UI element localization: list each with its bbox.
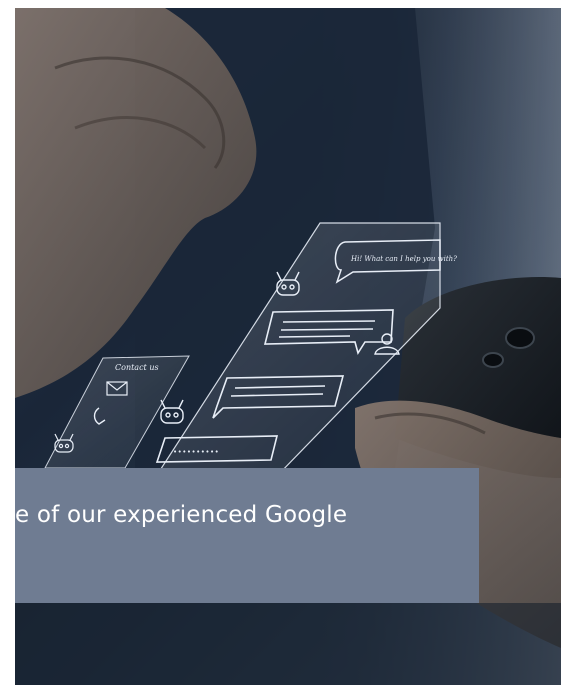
caption-box (15, 468, 479, 603)
contact-panel-label: Contact us (115, 363, 159, 372)
caption-text: e of our experienced Google (15, 502, 348, 528)
hero-image: Hi! What can I help you with? ••••••••••… (15, 8, 561, 685)
typing-dots: •••••••••• (173, 448, 219, 456)
chat-bubble-text: Hi! What can I help you with? (350, 255, 457, 263)
